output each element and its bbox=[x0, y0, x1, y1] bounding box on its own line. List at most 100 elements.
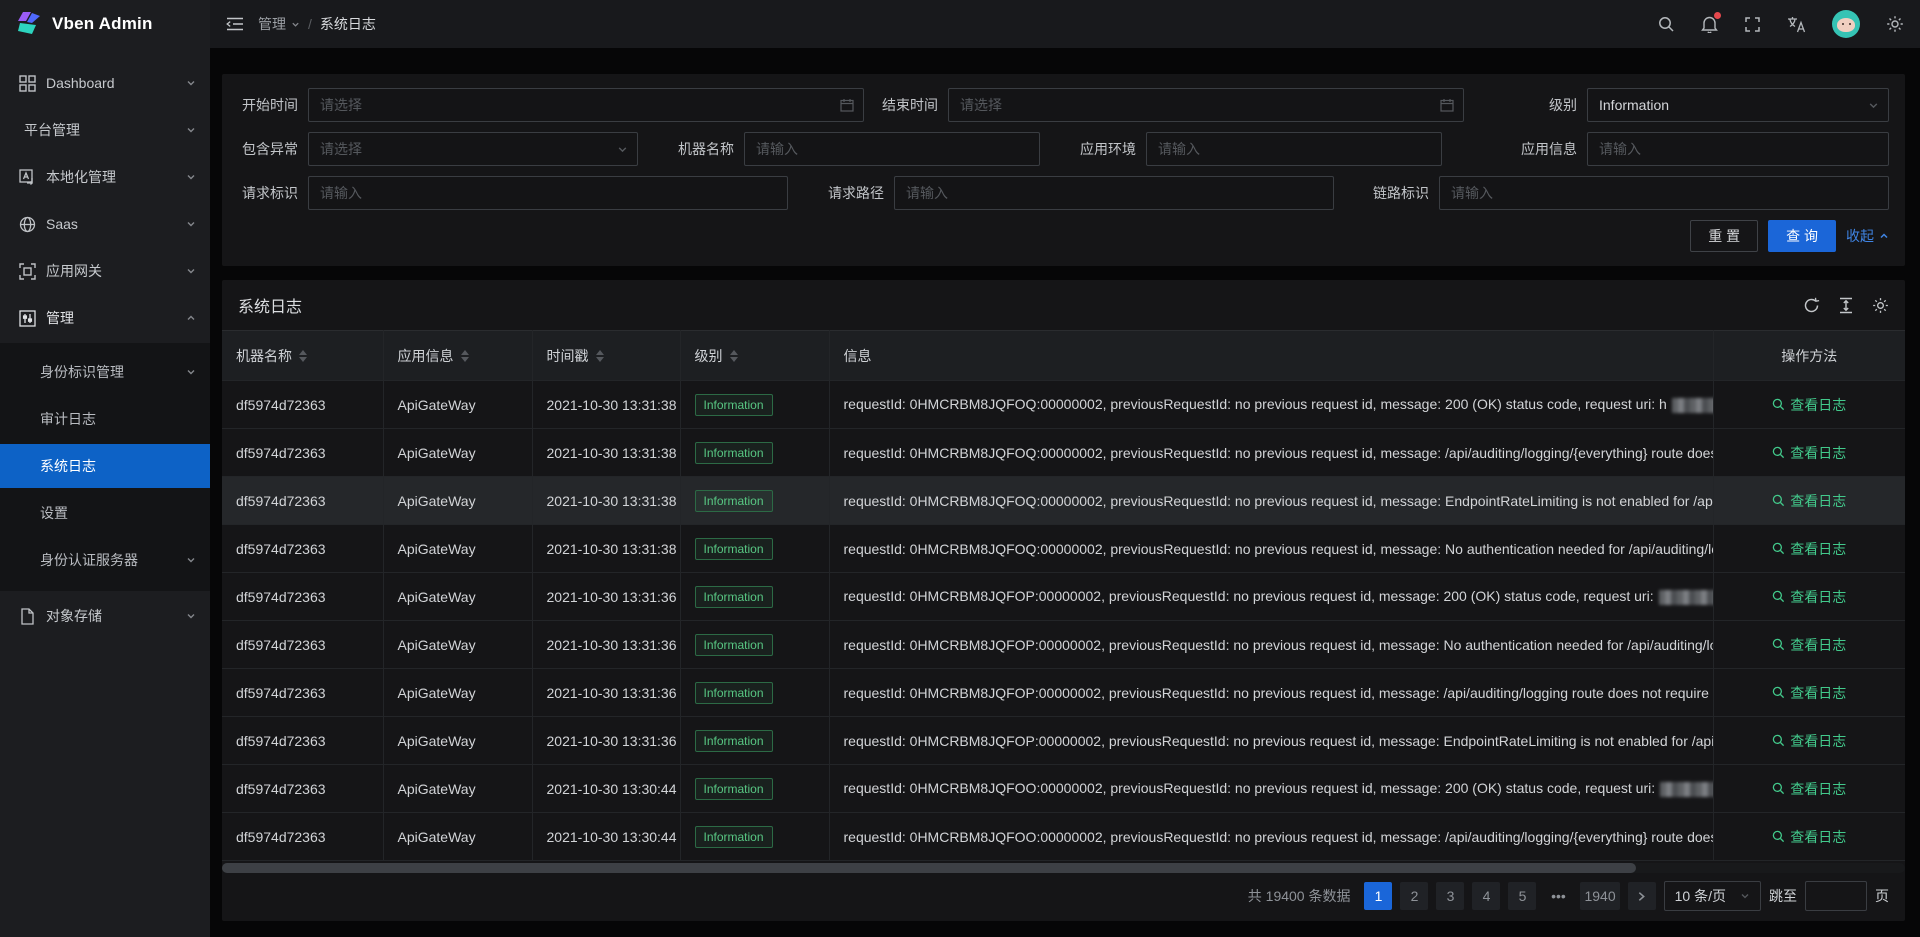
sidebar-item-system-log[interactable]: 系统日志 bbox=[0, 444, 210, 488]
page-button[interactable]: 2 bbox=[1400, 882, 1428, 910]
notification-badge bbox=[1714, 12, 1721, 19]
chevron-right-icon bbox=[1637, 891, 1646, 902]
sidebar-item-saas[interactable]: Saas bbox=[0, 202, 210, 246]
request-path-input[interactable] bbox=[894, 176, 1334, 210]
view-log-button[interactable]: 查看日志 bbox=[1772, 635, 1846, 655]
sidebar-item-dashboard[interactable]: Dashboard bbox=[0, 61, 210, 105]
level-tag: Information bbox=[695, 490, 773, 512]
page-button[interactable]: 5 bbox=[1508, 882, 1536, 910]
page-size-select[interactable]: 10 条/页 bbox=[1664, 881, 1761, 911]
breadcrumb-parent[interactable]: 管理 bbox=[258, 14, 300, 34]
field-label: 应用环境 bbox=[1076, 139, 1146, 159]
row-height-icon[interactable] bbox=[1838, 297, 1854, 314]
table-row[interactable]: df5974d72363 ApiGateWay 2021-10-30 13:31… bbox=[222, 573, 1905, 621]
sort-icon[interactable] bbox=[730, 350, 738, 362]
sidebar-item-localization[interactable]: 本地化管理 bbox=[0, 155, 210, 199]
field-label: 应用信息 bbox=[1517, 139, 1587, 159]
column-header[interactable]: 机器名称 bbox=[222, 331, 383, 381]
chevron-down-icon bbox=[186, 172, 196, 182]
table-row[interactable]: df5974d72363 ApiGateWay 2021-10-30 13:31… bbox=[222, 381, 1905, 429]
sort-icon[interactable] bbox=[461, 350, 469, 362]
table-row[interactable]: df5974d72363 ApiGateWay 2021-10-30 13:31… bbox=[222, 525, 1905, 573]
trace-id-input[interactable] bbox=[1439, 176, 1889, 210]
magnifier-icon bbox=[1772, 734, 1785, 747]
page-button[interactable]: 3 bbox=[1436, 882, 1464, 910]
sort-icon[interactable] bbox=[596, 350, 604, 362]
table-row[interactable]: df5974d72363 ApiGateWay 2021-10-30 13:31… bbox=[222, 429, 1905, 477]
field-label: 包含异常 bbox=[238, 139, 308, 159]
sidebar-item-auth-server[interactable]: 身份认证服务器 bbox=[0, 538, 210, 582]
cell-level: Information bbox=[680, 429, 829, 477]
chevron-down-icon bbox=[186, 125, 196, 135]
view-log-button[interactable]: 查看日志 bbox=[1772, 539, 1846, 559]
cell-level: Information bbox=[680, 381, 829, 429]
sidebar-collapse-icon[interactable] bbox=[226, 16, 244, 32]
field-label: 开始时间 bbox=[238, 95, 308, 115]
environment-input[interactable] bbox=[1146, 132, 1442, 166]
cell-machine-name: df5974d72363 bbox=[222, 669, 383, 717]
magnifier-icon bbox=[1772, 446, 1785, 459]
column-header[interactable]: 应用信息 bbox=[383, 331, 532, 381]
view-log-button[interactable]: 查看日志 bbox=[1772, 731, 1846, 751]
sidebar-item-identity-management[interactable]: 身份标识管理 bbox=[0, 350, 210, 394]
reset-button[interactable]: 重 置 bbox=[1690, 220, 1758, 252]
scrollbar-thumb[interactable] bbox=[222, 863, 1636, 873]
sidebar-item-gateway[interactable]: 应用网关 bbox=[0, 249, 210, 293]
view-log-button[interactable]: 查看日志 bbox=[1772, 683, 1846, 703]
bell-icon[interactable] bbox=[1701, 15, 1718, 33]
gear-icon[interactable] bbox=[1886, 15, 1904, 33]
page-button-last[interactable]: 1940 bbox=[1580, 882, 1619, 910]
magnifier-icon bbox=[1772, 830, 1785, 843]
view-log-button[interactable]: 查看日志 bbox=[1772, 779, 1846, 799]
jump-page-input[interactable] bbox=[1805, 881, 1867, 911]
sort-icon[interactable] bbox=[299, 350, 307, 362]
table-panel: 系统日志 bbox=[222, 280, 1905, 921]
field-label: 机器名称 bbox=[674, 139, 744, 159]
table-row[interactable]: df5974d72363 ApiGateWay 2021-10-30 13:31… bbox=[222, 717, 1905, 765]
search-icon[interactable] bbox=[1658, 16, 1675, 33]
translate-icon[interactable] bbox=[1787, 16, 1806, 33]
refresh-icon[interactable] bbox=[1803, 297, 1820, 314]
search-button[interactable]: 查 询 bbox=[1768, 220, 1836, 252]
exception-select[interactable] bbox=[308, 132, 638, 166]
column-settings-gear-icon[interactable] bbox=[1872, 297, 1889, 314]
table-row[interactable]: df5974d72363 ApiGateWay 2021-10-30 13:30… bbox=[222, 813, 1905, 861]
column-header[interactable]: 级别 bbox=[680, 331, 829, 381]
table-row[interactable]: df5974d72363 ApiGateWay 2021-10-30 13:31… bbox=[222, 477, 1905, 525]
view-log-button[interactable]: 查看日志 bbox=[1772, 827, 1846, 847]
horizontal-scrollbar[interactable] bbox=[222, 863, 1905, 873]
table-row[interactable]: df5974d72363 ApiGateWay 2021-10-30 13:31… bbox=[222, 621, 1905, 669]
collapse-filter-link[interactable]: 收起 bbox=[1846, 226, 1889, 246]
start-time-input[interactable] bbox=[308, 88, 864, 122]
next-page-button[interactable] bbox=[1628, 882, 1656, 910]
logo[interactable]: Vben Admin bbox=[0, 0, 210, 48]
redacted-block bbox=[1659, 590, 1713, 605]
view-log-button[interactable]: 查看日志 bbox=[1772, 395, 1846, 415]
level-select[interactable] bbox=[1587, 88, 1889, 122]
view-log-button[interactable]: 查看日志 bbox=[1772, 491, 1846, 511]
view-log-button[interactable]: 查看日志 bbox=[1772, 443, 1846, 463]
table-row[interactable]: df5974d72363 ApiGateWay 2021-10-30 13:31… bbox=[222, 669, 1905, 717]
page-button[interactable]: 4 bbox=[1472, 882, 1500, 910]
fullscreen-icon[interactable] bbox=[1744, 16, 1761, 33]
machine-name-input[interactable] bbox=[744, 132, 1040, 166]
request-id-input[interactable] bbox=[308, 176, 788, 210]
avatar[interactable] bbox=[1832, 10, 1860, 38]
sidebar-item-audit-log[interactable]: 审计日志 bbox=[0, 397, 210, 441]
cell-app-info: ApiGateWay bbox=[383, 717, 532, 765]
column-header[interactable]: 信息 bbox=[829, 331, 1713, 381]
sidebar-item-platform[interactable]: 平台管理 bbox=[0, 108, 210, 152]
app-info-input[interactable] bbox=[1587, 132, 1889, 166]
sidebar-item-settings[interactable]: 设置 bbox=[0, 491, 210, 535]
sidebar-item-manage[interactable]: 管理 bbox=[0, 296, 210, 340]
jump-label: 跳至 bbox=[1769, 886, 1797, 906]
page-button-active[interactable]: 1 bbox=[1364, 882, 1392, 910]
end-time-input[interactable] bbox=[948, 88, 1464, 122]
column-header[interactable]: 操作方法 bbox=[1713, 331, 1905, 381]
view-log-button[interactable]: 查看日志 bbox=[1772, 587, 1846, 607]
table-row[interactable]: df5974d72363 ApiGateWay 2021-10-30 13:30… bbox=[222, 765, 1905, 813]
magnifier-icon bbox=[1772, 398, 1785, 411]
sidebar-item-object-storage[interactable]: 对象存储 bbox=[0, 594, 210, 638]
cell-action: 查看日志 bbox=[1713, 381, 1905, 429]
column-header[interactable]: 时间戳 bbox=[532, 331, 680, 381]
